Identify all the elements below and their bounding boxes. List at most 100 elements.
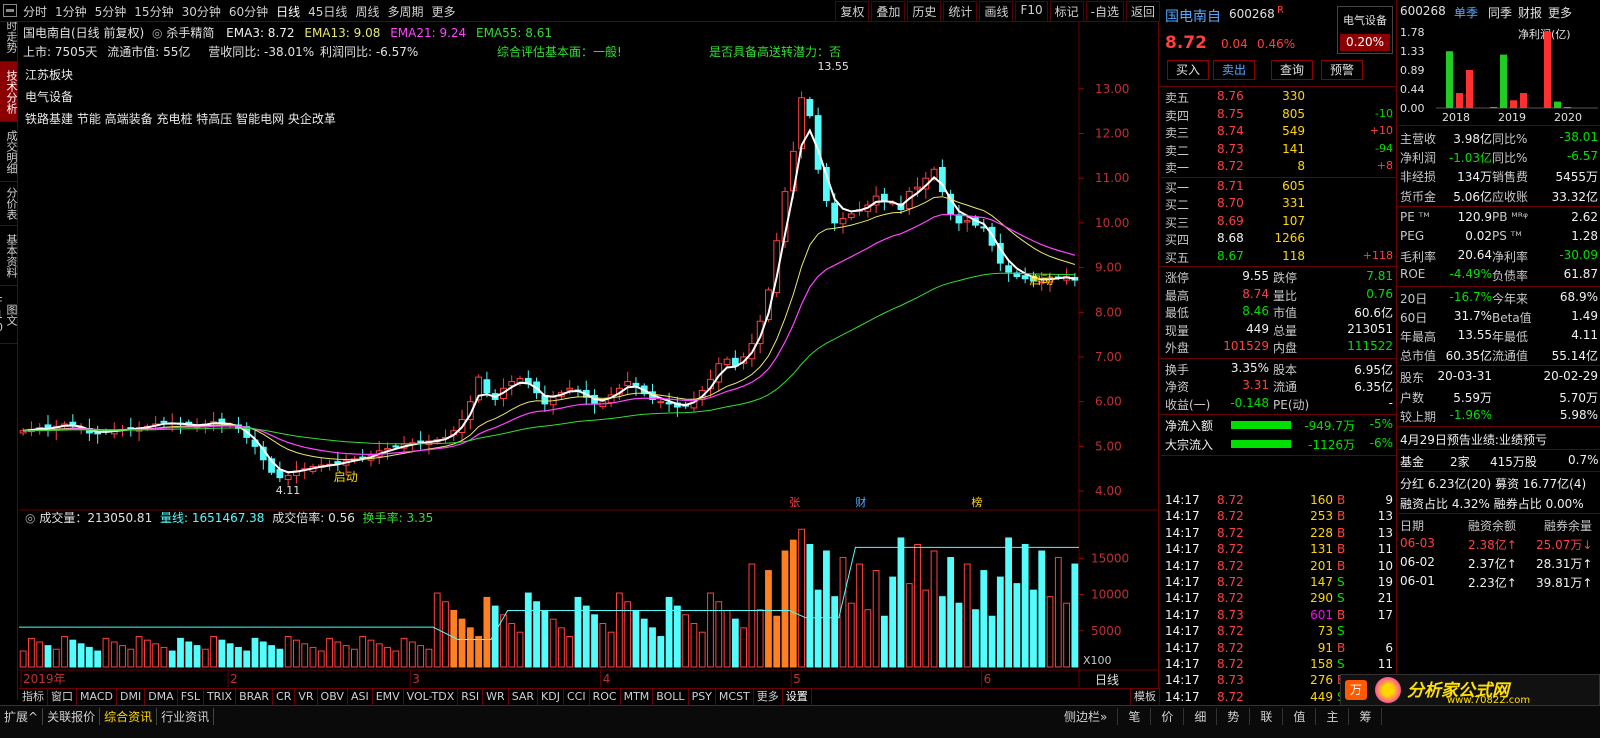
side-tab-0[interactable]: 侧边栏» bbox=[1054, 708, 1119, 725]
indicator-tab-5[interactable]: FSL bbox=[178, 689, 204, 705]
indicator-tab-14[interactable]: RSI bbox=[458, 689, 484, 705]
side-tab-2[interactable]: 价 bbox=[1151, 708, 1185, 725]
indicator-tab-22[interactable]: PSY bbox=[689, 689, 716, 705]
period-tab-3[interactable]: 15分钟 bbox=[131, 3, 176, 20]
indicator-tab-19[interactable]: ROC bbox=[590, 689, 621, 705]
event-marker-1[interactable]: 财 bbox=[855, 495, 866, 509]
strategy-name[interactable]: 杀手精简 bbox=[166, 26, 214, 40]
kline-chart-panel[interactable]: 13.00 12.00 11.00 10.00 9.00 8.00 7.00 6.00 5.00… bbox=[19, 22, 1159, 687]
indicator-tab-13[interactable]: VOL-TDX bbox=[404, 689, 459, 705]
fin-tab-quarter[interactable]: 单季 bbox=[1454, 4, 1478, 21]
indicator-tab-23[interactable]: MCST bbox=[716, 689, 754, 705]
bid-row-3[interactable]: 买四 8.68 1266 bbox=[1161, 230, 1397, 247]
ask-row-2[interactable]: 卖三 8.74 549 +10 bbox=[1161, 123, 1397, 140]
status-tab-2[interactable]: 综合资讯 bbox=[100, 708, 158, 725]
tool-button-5[interactable]: F10 bbox=[1015, 1, 1048, 22]
status-tab-1[interactable]: 关联报价 bbox=[43, 708, 101, 725]
left-tab-4[interactable]: 基本资料 bbox=[0, 226, 18, 286]
tool-button-1[interactable]: 叠加 bbox=[871, 1, 906, 22]
volume-bar bbox=[922, 589, 930, 668]
stat-value: 449 bbox=[1246, 321, 1269, 336]
period-tab-2[interactable]: 5分钟 bbox=[92, 3, 130, 20]
alert-button[interactable]: 预警 bbox=[1321, 60, 1363, 80]
tick-price: 8.73 bbox=[1217, 607, 1244, 622]
tool-button-6[interactable]: 标记 bbox=[1049, 1, 1084, 22]
menu-icon[interactable] bbox=[3, 4, 17, 17]
tool-button-7[interactable]: -自选 bbox=[1085, 1, 1124, 22]
left-tab-3[interactable]: 分价表 bbox=[0, 182, 18, 226]
fin-label: ROE bbox=[1400, 267, 1426, 282]
stat-row: 最低 8.46 市值 60.6亿 bbox=[1161, 303, 1397, 320]
indicator-tab-1[interactable]: 窗口 bbox=[48, 689, 77, 705]
fin-value: 20-03-31 bbox=[1437, 369, 1492, 384]
side-tab-8[interactable]: 筹 bbox=[1349, 708, 1383, 725]
left-tab-2[interactable]: 成交明细 bbox=[0, 122, 18, 182]
tool-button-8[interactable]: 返回 bbox=[1125, 1, 1160, 22]
template-button[interactable]: 模板 bbox=[1130, 689, 1160, 705]
strategy-icon[interactable]: ◎ bbox=[152, 26, 162, 40]
tool-button-2[interactable]: 历史 bbox=[907, 1, 942, 22]
sell-button[interactable]: 卖出 bbox=[1213, 60, 1255, 80]
indicator-tab-6[interactable]: TRIX bbox=[204, 689, 237, 705]
indicator-tab-8[interactable]: CR bbox=[273, 689, 296, 705]
indicator-tab-12[interactable]: EMV bbox=[373, 689, 404, 705]
fin-tab-more[interactable]: 更多 bbox=[1548, 4, 1572, 21]
ask-row-0[interactable]: 卖五 8.76 330 bbox=[1161, 88, 1397, 105]
indicator-tab-3[interactable]: DMI bbox=[117, 689, 146, 705]
bid-row-1[interactable]: 买二 8.70 331 bbox=[1161, 195, 1397, 212]
period-tab-4[interactable]: 30分钟 bbox=[179, 3, 224, 20]
event-marker-2[interactable]: 榜 bbox=[971, 495, 982, 509]
indicator-tab-2[interactable]: MACD bbox=[77, 689, 117, 705]
indicator-tab-4[interactable]: DMA bbox=[145, 689, 178, 705]
indicator-tab-16[interactable]: SAR bbox=[509, 689, 539, 705]
indicator-tab-15[interactable]: WR bbox=[483, 689, 509, 705]
buy-button[interactable]: 买入 bbox=[1167, 60, 1209, 80]
ask-row-3[interactable]: 卖二 8.73 141 -94 bbox=[1161, 141, 1397, 158]
side-tab-6[interactable]: 值 bbox=[1283, 708, 1317, 725]
period-tab-7[interactable]: 45日线 bbox=[305, 3, 350, 20]
query-button[interactable]: 查询 bbox=[1271, 60, 1313, 80]
left-tab-1[interactable]: 技术分析 bbox=[0, 62, 18, 122]
side-tab-7[interactable]: 主 bbox=[1316, 708, 1350, 725]
candle-body bbox=[657, 401, 665, 404]
period-tab-5[interactable]: 60分钟 bbox=[226, 3, 271, 20]
indicator-tab-0[interactable]: 指标 bbox=[19, 689, 48, 705]
status-tab-3[interactable]: 行业资讯 bbox=[157, 708, 215, 725]
period-tab-9[interactable]: 多周期 bbox=[384, 3, 426, 20]
ask-row-4[interactable]: 卖一 8.72 8 +8 bbox=[1161, 158, 1397, 175]
volume-bar bbox=[259, 641, 267, 668]
period-tab-1[interactable]: 1分钟 bbox=[52, 3, 90, 20]
indicator-tab-25[interactable]: 设置 bbox=[783, 689, 812, 705]
indicator-tab-18[interactable]: CCI bbox=[564, 689, 590, 705]
period-tab-8[interactable]: 周线 bbox=[352, 3, 382, 20]
period-tab-6[interactable]: 日线 bbox=[273, 3, 303, 20]
side-tab-4[interactable]: 势 bbox=[1217, 708, 1251, 725]
indicator-tab-7[interactable]: BRAR bbox=[236, 689, 274, 705]
side-tab-3[interactable]: 细 bbox=[1184, 708, 1218, 725]
fin-tab-same[interactable]: 同季 bbox=[1488, 4, 1512, 21]
indicator-tab-10[interactable]: OBV bbox=[318, 689, 348, 705]
left-tab-5[interactable]: 图文F10 bbox=[0, 286, 18, 344]
event-marker-0[interactable]: 张 bbox=[789, 496, 800, 509]
tool-button-3[interactable]: 统计 bbox=[943, 1, 978, 22]
period-tab-0[interactable]: 分时 bbox=[20, 3, 50, 20]
indicator-tab-9[interactable]: VR bbox=[295, 689, 318, 705]
volume-bar bbox=[615, 592, 623, 668]
indicator-tab-24[interactable]: 更多 bbox=[754, 689, 783, 705]
bid-row-4[interactable]: 买五 8.67 118 +118 bbox=[1161, 248, 1397, 265]
bid-row-0[interactable]: 买一 8.71 605 bbox=[1161, 178, 1397, 195]
period-tab-10[interactable]: 更多 bbox=[428, 3, 458, 20]
ask-row-1[interactable]: 卖四 8.75 805 -10 bbox=[1161, 106, 1397, 123]
indicator-tab-20[interactable]: MTM bbox=[621, 689, 654, 705]
side-tab-1[interactable]: 笔 bbox=[1118, 708, 1152, 725]
tool-button-4[interactable]: 画线 bbox=[979, 1, 1014, 22]
side-tab-5[interactable]: 联 bbox=[1250, 708, 1284, 725]
indicator-tab-11[interactable]: ASI bbox=[348, 689, 373, 705]
status-tab-0[interactable]: 扩展^ bbox=[0, 708, 44, 725]
month-label: 6 bbox=[984, 672, 992, 686]
tool-button-0[interactable]: 复权 bbox=[835, 1, 870, 22]
bid-row-2[interactable]: 买三 8.69 107 bbox=[1161, 213, 1397, 230]
indicator-tab-21[interactable]: BOLL bbox=[653, 689, 689, 705]
fin-tab-report[interactable]: 财报 bbox=[1518, 4, 1542, 21]
indicator-tab-17[interactable]: KDJ bbox=[538, 689, 564, 705]
